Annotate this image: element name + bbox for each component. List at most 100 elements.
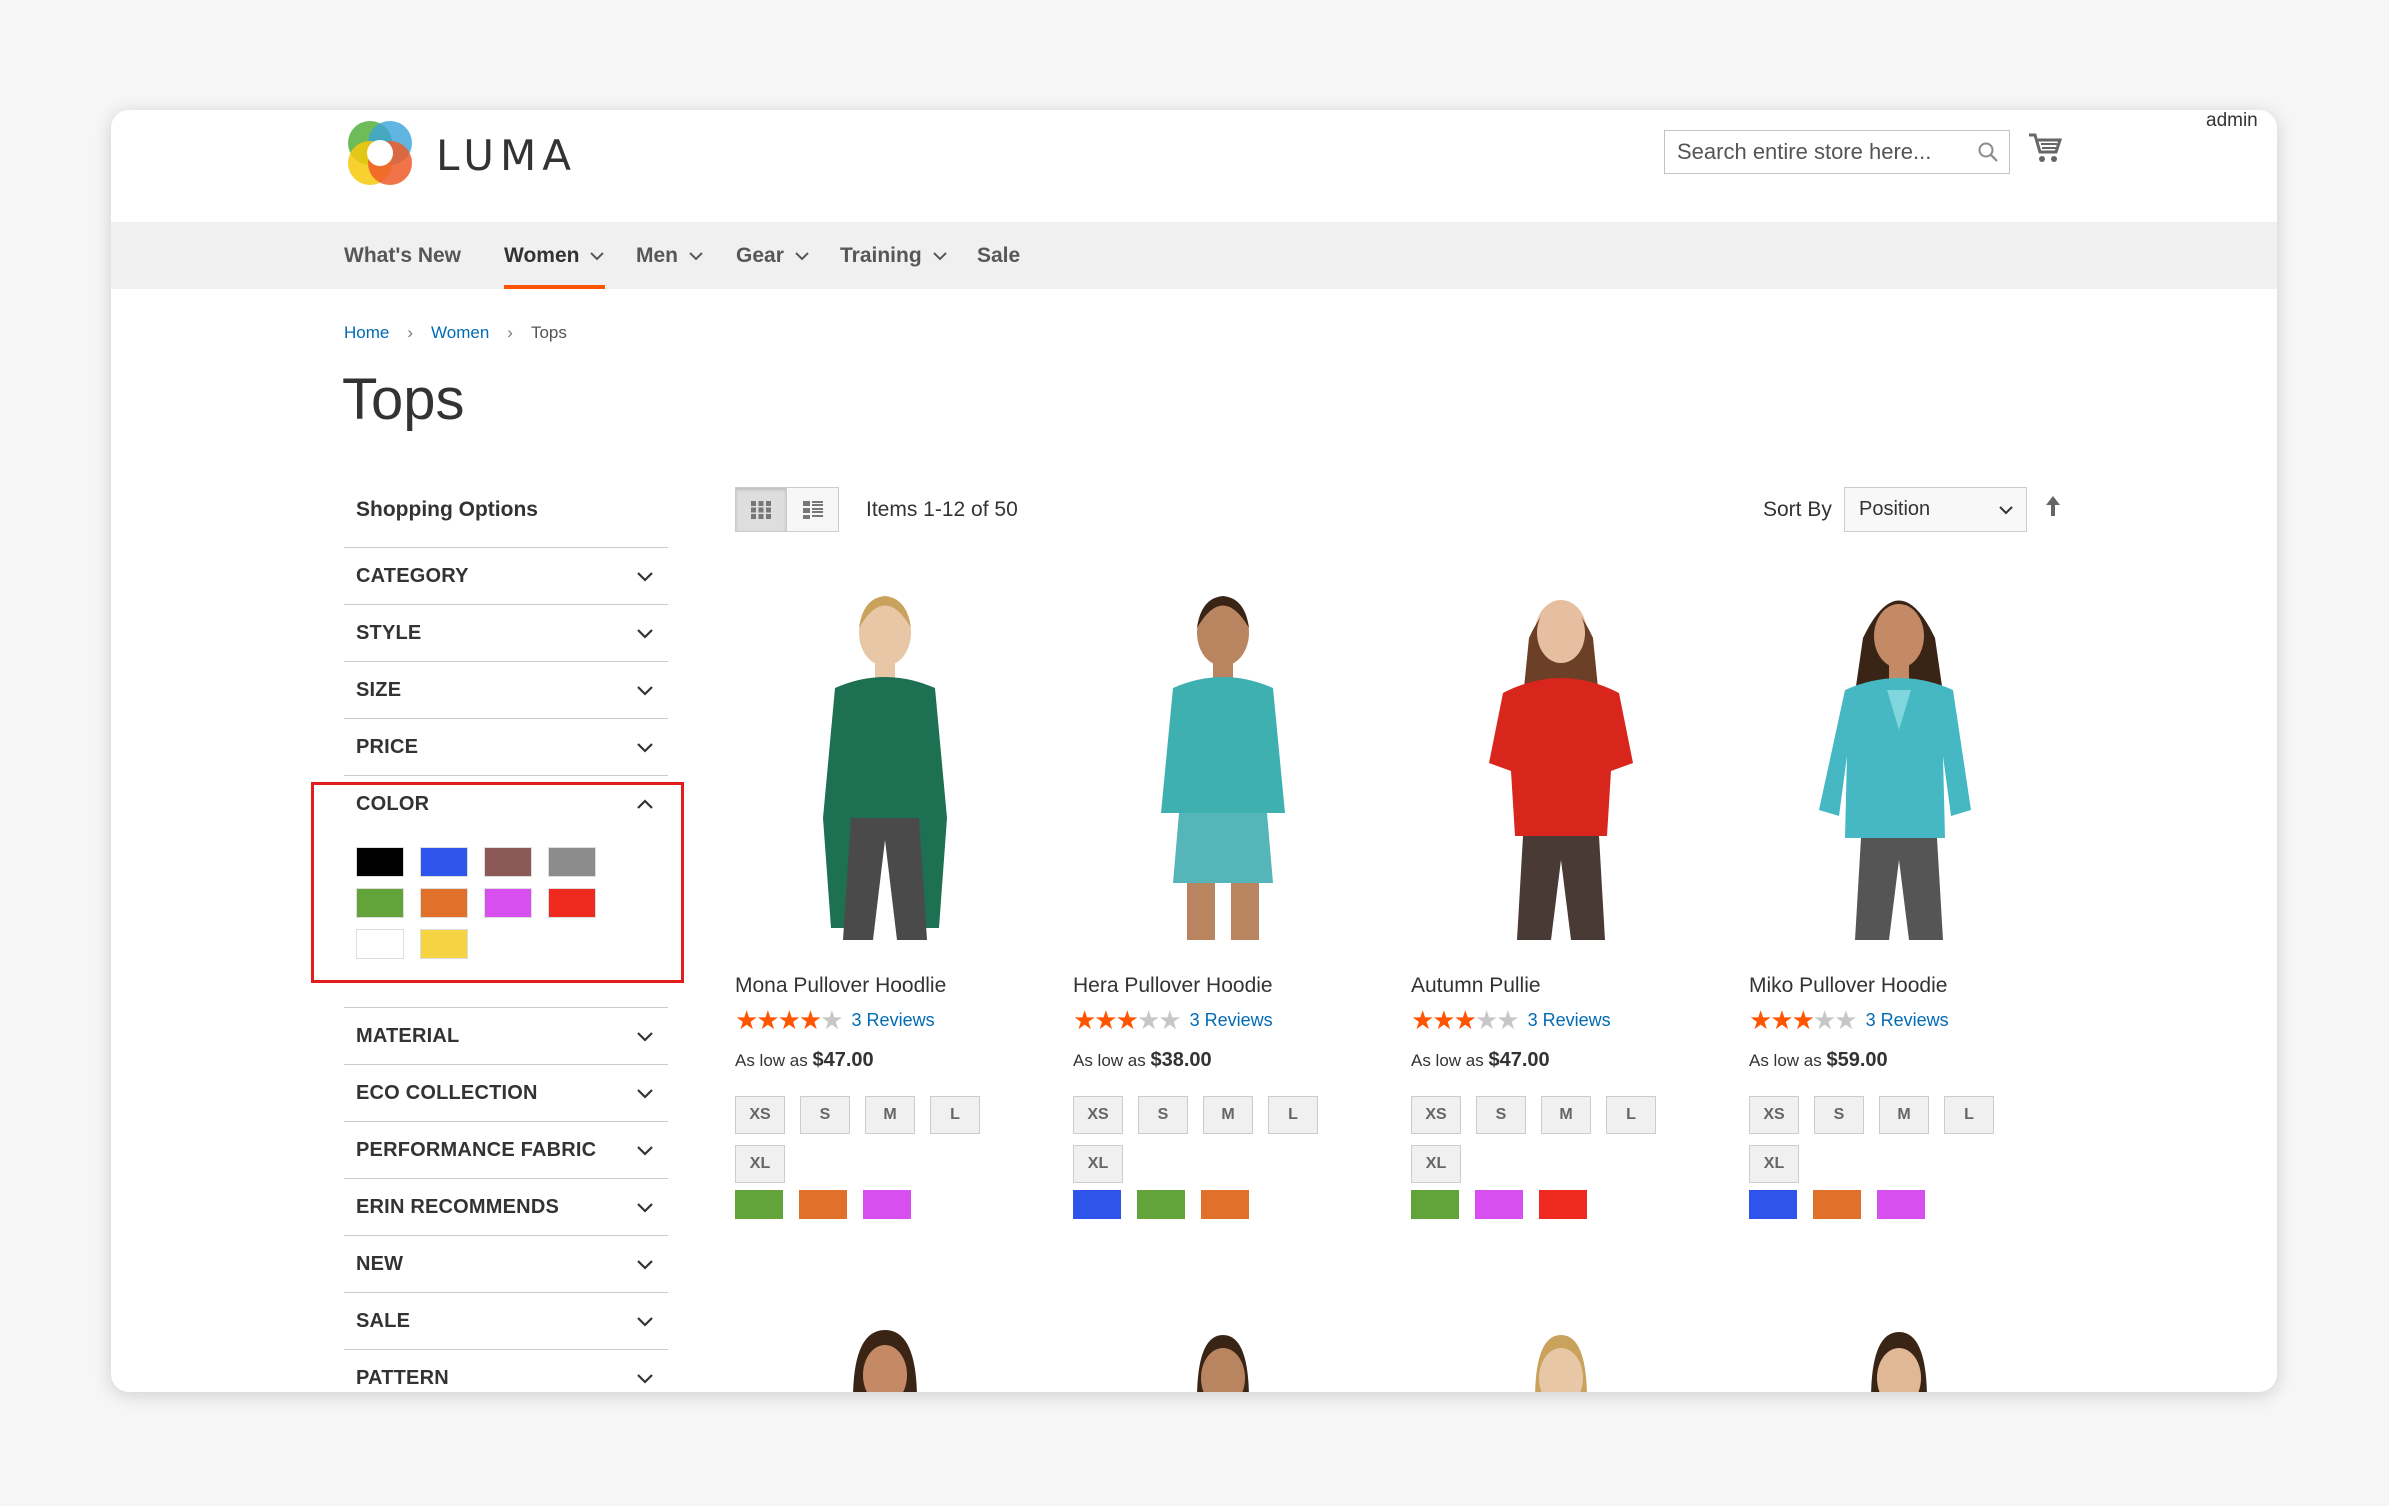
color-option[interactable] bbox=[1073, 1190, 1121, 1219]
product-price: As low as $47.00 bbox=[735, 1049, 874, 1072]
size-option[interactable]: L bbox=[930, 1096, 980, 1134]
filter-performance-fabric[interactable]: PERFORMANCE FABRIC bbox=[344, 1121, 668, 1178]
size-option[interactable]: S bbox=[1476, 1096, 1526, 1134]
filter-price[interactable]: PRICE bbox=[344, 718, 668, 775]
list-view-button[interactable] bbox=[787, 487, 839, 532]
size-options: XS S M L XL bbox=[1073, 1096, 1343, 1194]
product-name[interactable]: Mona Pullover Hoodlie bbox=[735, 974, 946, 998]
product-image[interactable] bbox=[1073, 1320, 1373, 1392]
size-option[interactable]: M bbox=[865, 1096, 915, 1134]
color-option[interactable] bbox=[1877, 1190, 1925, 1219]
filter-pattern[interactable]: PATTERN bbox=[344, 1349, 668, 1392]
product-price: As low as $47.00 bbox=[1411, 1049, 1550, 1072]
size-option[interactable]: S bbox=[1138, 1096, 1188, 1134]
color-options bbox=[1073, 1190, 1265, 1219]
reviews-link[interactable]: 3 Reviews bbox=[852, 1010, 935, 1031]
brand-name: LUMA bbox=[436, 130, 578, 180]
filter-label: PERFORMANCE FABRIC bbox=[356, 1138, 597, 1161]
size-option[interactable]: XS bbox=[1749, 1096, 1799, 1134]
filter-style[interactable]: STYLE bbox=[344, 604, 668, 661]
search-box[interactable] bbox=[1664, 130, 2010, 174]
color-option[interactable] bbox=[1411, 1190, 1459, 1219]
filter-label: SIZE bbox=[356, 678, 402, 701]
chevron-down-icon bbox=[637, 1259, 653, 1270]
size-option[interactable]: L bbox=[1268, 1096, 1318, 1134]
product-image[interactable] bbox=[1073, 578, 1373, 940]
search-input[interactable] bbox=[1677, 139, 1967, 165]
luma-logo[interactable]: LUMA bbox=[344, 117, 577, 189]
size-option[interactable]: L bbox=[1606, 1096, 1656, 1134]
color-option[interactable] bbox=[1475, 1190, 1523, 1219]
product-name[interactable]: Miko Pullover Hoodie bbox=[1749, 974, 1947, 998]
size-option[interactable]: M bbox=[1541, 1096, 1591, 1134]
product-image[interactable] bbox=[1411, 578, 1711, 940]
list-icon bbox=[802, 500, 823, 519]
search-icon[interactable] bbox=[1977, 141, 1999, 163]
size-option[interactable]: XL bbox=[1749, 1145, 1799, 1183]
filter-category[interactable]: CATEGORY bbox=[344, 547, 668, 604]
product-card[interactable]: Hera Pullover Hoodie ★★★★★ 3 Reviews As … bbox=[1073, 578, 1393, 1219]
grid-view-button[interactable] bbox=[735, 487, 787, 532]
product-image[interactable] bbox=[1411, 1320, 1711, 1392]
filter-material[interactable]: MATERIAL bbox=[344, 1007, 668, 1064]
chevron-down-icon bbox=[637, 1088, 653, 1099]
filter-size[interactable]: SIZE bbox=[344, 661, 668, 718]
reviews-link[interactable]: 3 Reviews bbox=[1528, 1010, 1611, 1031]
nav-gear[interactable]: Gear bbox=[736, 222, 810, 289]
product-card[interactable]: Mona Pullover Hoodlie ★★★★★ 3 Reviews As… bbox=[735, 578, 1055, 1219]
page-title: Tops bbox=[342, 367, 465, 432]
product-card[interactable]: Miko Pullover Hoodie ★★★★★ 3 Reviews As … bbox=[1749, 578, 2069, 1219]
chevron-down-icon bbox=[689, 251, 703, 260]
color-option[interactable] bbox=[735, 1190, 783, 1219]
size-option[interactable]: S bbox=[1814, 1096, 1864, 1134]
size-option[interactable]: M bbox=[1203, 1096, 1253, 1134]
nav-whats-new[interactable]: What's New bbox=[344, 222, 461, 289]
size-option[interactable]: XL bbox=[735, 1145, 785, 1183]
size-option[interactable]: L bbox=[1944, 1096, 1994, 1134]
filter-sale[interactable]: SALE bbox=[344, 1292, 668, 1349]
cart-icon[interactable] bbox=[2028, 132, 2062, 164]
reviews-link[interactable]: 3 Reviews bbox=[1866, 1010, 1949, 1031]
product-price: As low as $38.00 bbox=[1073, 1049, 1212, 1072]
nav-training[interactable]: Training bbox=[840, 222, 948, 289]
size-option[interactable]: XS bbox=[1411, 1096, 1461, 1134]
price-prefix: As low as bbox=[1073, 1051, 1151, 1070]
color-option[interactable] bbox=[1813, 1190, 1861, 1219]
color-option[interactable] bbox=[1539, 1190, 1587, 1219]
product-card[interactable]: Autumn Pullie ★★★★★ 3 Reviews As low as … bbox=[1411, 578, 1731, 1219]
product-image[interactable] bbox=[1749, 1320, 2049, 1392]
chevron-down-icon bbox=[637, 1202, 653, 1213]
chevron-right-icon: › bbox=[407, 323, 414, 342]
product-image[interactable] bbox=[735, 1320, 1035, 1392]
color-option[interactable] bbox=[799, 1190, 847, 1219]
color-option[interactable] bbox=[1201, 1190, 1249, 1219]
size-option[interactable]: XL bbox=[1411, 1145, 1461, 1183]
breadcrumb-home[interactable]: Home bbox=[344, 323, 389, 343]
breadcrumb-women[interactable]: Women bbox=[431, 323, 489, 343]
product-image[interactable] bbox=[735, 578, 1035, 940]
color-option[interactable] bbox=[1137, 1190, 1185, 1219]
color-option[interactable] bbox=[863, 1190, 911, 1219]
sort-direction-arrow-icon[interactable] bbox=[2044, 494, 2062, 518]
filter-label: STYLE bbox=[356, 621, 422, 644]
user-account-link[interactable]: admin bbox=[2206, 110, 2258, 132]
size-option[interactable]: XS bbox=[735, 1096, 785, 1134]
filter-eco-collection[interactable]: ECO COLLECTION bbox=[344, 1064, 668, 1121]
sort-by-select[interactable]: Position bbox=[1844, 487, 2027, 532]
reviews-link[interactable]: 3 Reviews bbox=[1190, 1010, 1273, 1031]
size-option[interactable]: M bbox=[1879, 1096, 1929, 1134]
nav-sale[interactable]: Sale bbox=[977, 222, 1020, 289]
nav-men[interactable]: Men bbox=[636, 222, 704, 289]
filter-erin-recommends[interactable]: ERIN RECOMMENDS bbox=[344, 1178, 668, 1235]
size-option[interactable]: XS bbox=[1073, 1096, 1123, 1134]
nav-women[interactable]: Women bbox=[504, 222, 606, 289]
filter-new[interactable]: NEW bbox=[344, 1235, 668, 1292]
product-name[interactable]: Hera Pullover Hoodie bbox=[1073, 974, 1273, 998]
color-option[interactable] bbox=[1749, 1190, 1797, 1219]
grid-icon bbox=[751, 500, 771, 519]
product-name[interactable]: Autumn Pullie bbox=[1411, 974, 1541, 998]
size-option[interactable]: XL bbox=[1073, 1145, 1123, 1183]
view-mode-switcher bbox=[735, 487, 839, 532]
size-option[interactable]: S bbox=[800, 1096, 850, 1134]
product-image[interactable] bbox=[1749, 578, 2049, 940]
